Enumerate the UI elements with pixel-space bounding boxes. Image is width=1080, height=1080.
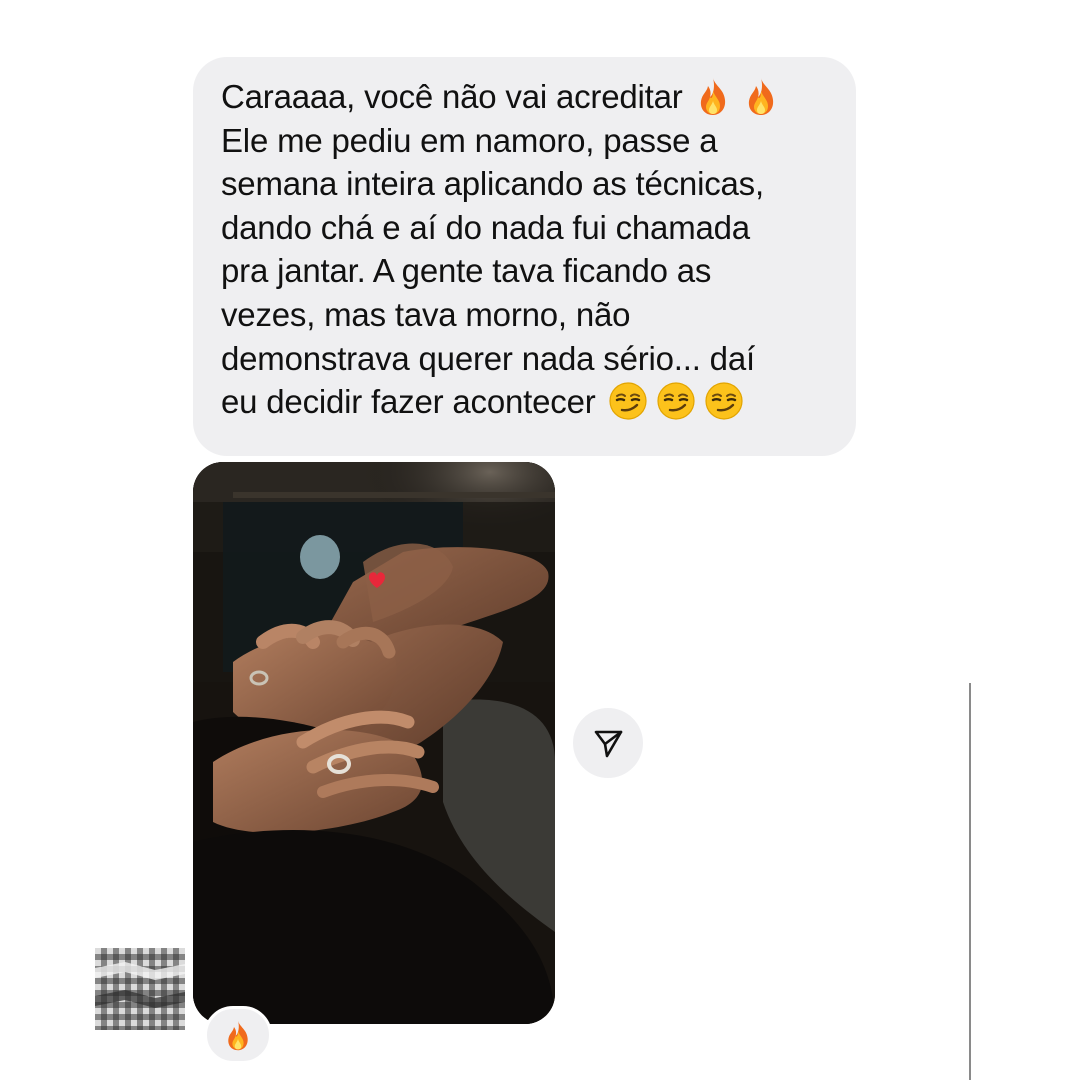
pixelated-avatar-icon bbox=[95, 948, 185, 1030]
message-bubble[interactable]: Caraaaa, você não vai acreditar Ele me p… bbox=[193, 57, 856, 456]
message-line: Caraaaa, você não vai acreditar bbox=[221, 75, 836, 119]
message-line: eu decidir fazer acontecer bbox=[221, 380, 836, 424]
fire-emoji bbox=[741, 76, 781, 116]
smirk-emoji bbox=[704, 381, 744, 421]
scrollbar[interactable] bbox=[969, 683, 971, 1080]
message-line: Ele me pediu em namoro, passe a bbox=[221, 121, 718, 159]
message-line: semana inteira aplicando as técnicas, bbox=[221, 165, 764, 203]
message-line: pra jantar. A gente tava ficando as bbox=[221, 252, 712, 290]
photo-attachment[interactable] bbox=[193, 462, 555, 1024]
avatar[interactable] bbox=[95, 948, 185, 1030]
message-line: demonstrava querer nada sério... daí bbox=[221, 339, 755, 377]
fire-emoji bbox=[222, 1019, 254, 1051]
share-button[interactable] bbox=[573, 708, 643, 778]
fire-emoji bbox=[693, 76, 733, 116]
message-line: vezes, mas tava morno, não bbox=[221, 295, 631, 333]
message-line: dando chá e aí do nada fui chamada bbox=[221, 208, 750, 246]
paper-plane-icon bbox=[591, 726, 625, 760]
reaction-badge[interactable] bbox=[204, 1006, 272, 1064]
chat-thread: Caraaaa, você não vai acreditar Ele me p… bbox=[0, 0, 1080, 1080]
smirk-emoji bbox=[656, 381, 696, 421]
smirk-emoji bbox=[608, 381, 648, 421]
